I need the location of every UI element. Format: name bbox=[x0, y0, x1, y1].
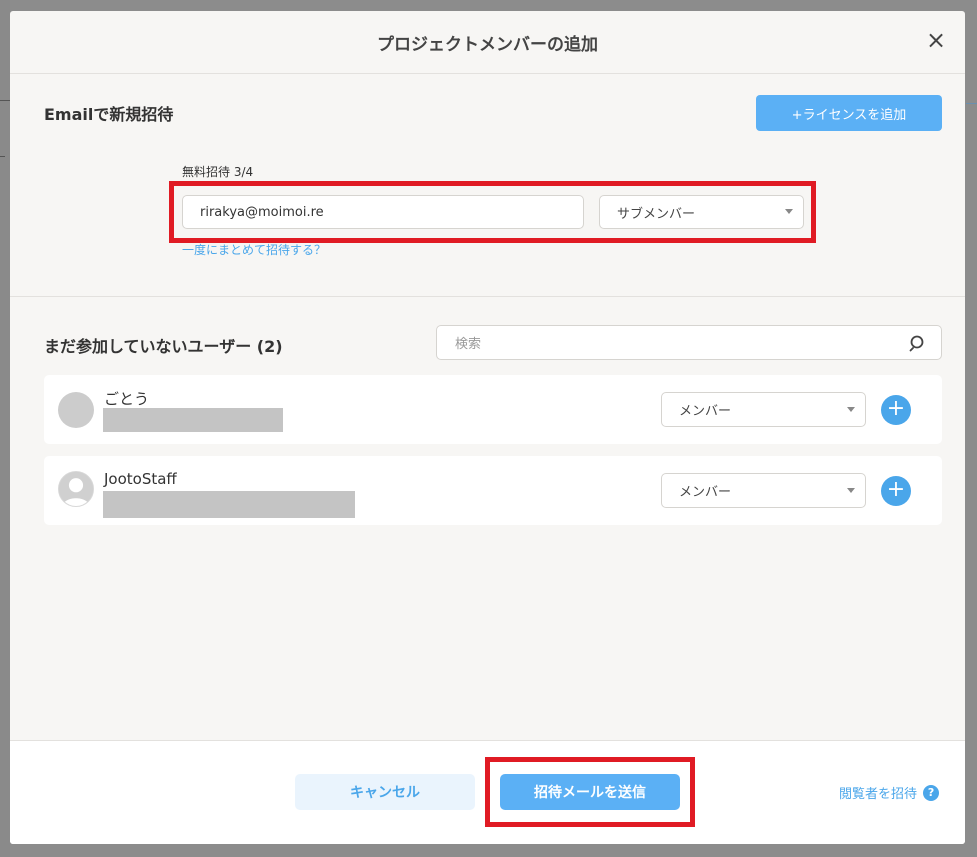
pending-section-title: まだ参加していないユーザー (2) bbox=[44, 337, 283, 356]
search-input[interactable]: 検索 bbox=[436, 325, 942, 360]
help-icon[interactable]: ? bbox=[923, 784, 940, 801]
user-role-value: メンバー bbox=[679, 404, 732, 419]
add-member-modal: プロジェクトメンバーの追加 × Emailで新規招待 +ライセンスを追加 無料招… bbox=[10, 11, 965, 844]
avatar-person-icon bbox=[58, 471, 94, 507]
user-name: ごとう bbox=[104, 390, 150, 408]
backdrop bbox=[0, 0, 10, 857]
modal-header: プロジェクトメンバーの追加 × bbox=[10, 11, 965, 74]
invite-role-value: サブメンバー bbox=[617, 206, 696, 222]
caret-down-icon bbox=[785, 209, 793, 214]
invite-role-select[interactable]: サブメンバー bbox=[599, 195, 804, 229]
background-line bbox=[0, 100, 10, 101]
redacted-email bbox=[103, 408, 283, 432]
avatar bbox=[58, 392, 94, 428]
email-input[interactable]: rirakya@moimoi.re bbox=[182, 195, 584, 229]
close-icon[interactable]: × bbox=[925, 28, 947, 52]
modal-title: プロジェクトメンバーの追加 bbox=[377, 34, 598, 55]
caret-down-icon bbox=[847, 406, 855, 412]
modal-footer: キャンセル 招待メールを送信 閲覧者を招待 ? bbox=[10, 740, 965, 844]
add-user-button[interactable]: + bbox=[881, 476, 911, 506]
search-placeholder: 検索 bbox=[455, 337, 482, 352]
send-invite-button[interactable]: 招待メールを送信 bbox=[500, 774, 680, 810]
section-divider bbox=[10, 296, 965, 297]
user-role-value: メンバー bbox=[679, 485, 732, 500]
redacted-email bbox=[103, 491, 355, 518]
search-icon[interactable] bbox=[909, 334, 927, 352]
caret-down-icon bbox=[847, 487, 855, 493]
add-license-button[interactable]: +ライセンスを追加 bbox=[756, 95, 942, 131]
background-line bbox=[0, 156, 5, 157]
user-row: ごとう メンバー + bbox=[44, 375, 942, 444]
invite-viewer-link[interactable]: 閲覧者を招待 ? bbox=[839, 783, 940, 802]
free-invite-count: 無料招待 3/4 bbox=[182, 165, 254, 179]
add-user-button[interactable]: + bbox=[881, 395, 911, 425]
user-role-select[interactable]: メンバー bbox=[661, 473, 866, 508]
invite-section-title: Emailで新規招待 bbox=[44, 105, 174, 124]
invite-viewer-label: 閲覧者を招待 bbox=[839, 787, 918, 802]
cancel-button[interactable]: キャンセル bbox=[295, 774, 475, 810]
user-row: JootoStaff メンバー + bbox=[44, 456, 942, 525]
bulk-invite-link[interactable]: 一度にまとめて招待する？ bbox=[182, 241, 326, 258]
user-name: JootoStaff bbox=[104, 470, 177, 488]
user-role-select[interactable]: メンバー bbox=[661, 392, 866, 427]
background-line bbox=[966, 103, 977, 104]
email-value: rirakya@moimoi.re bbox=[200, 204, 324, 220]
